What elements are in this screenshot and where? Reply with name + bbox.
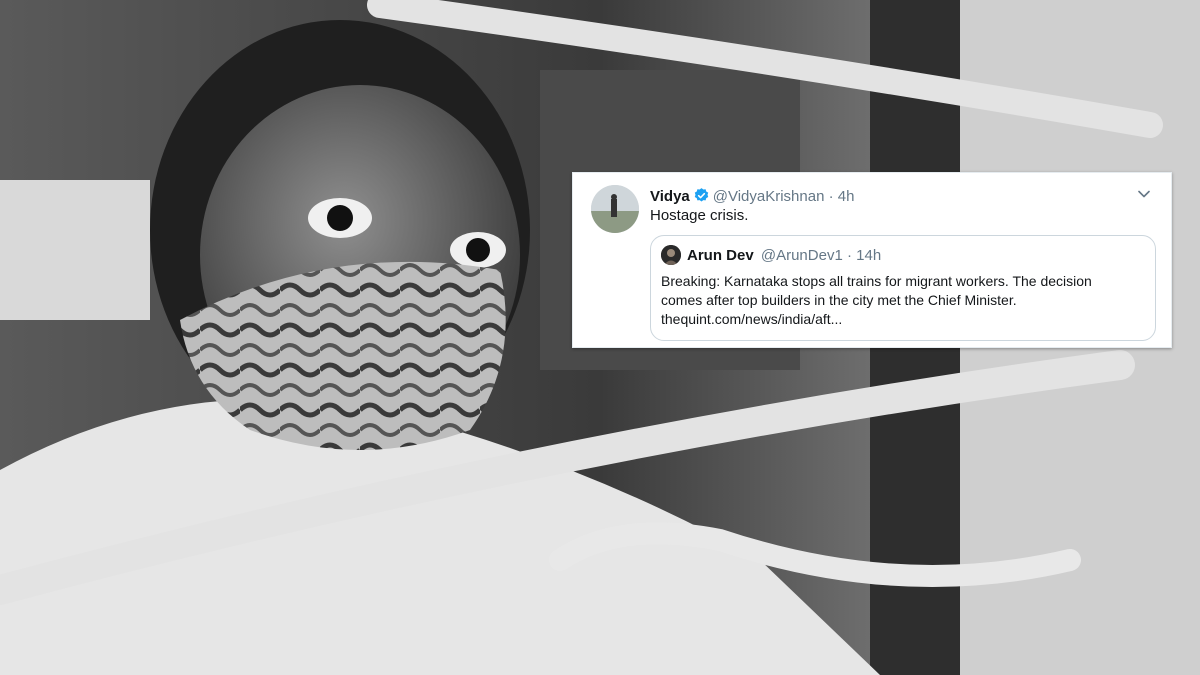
quoted-timestamp[interactable]: 14h xyxy=(856,247,881,264)
quoted-user-avatar[interactable] xyxy=(661,245,681,265)
quoted-link[interactable]: thequint.com/news/india/aft... xyxy=(661,310,1141,329)
verified-badge-icon xyxy=(693,187,710,209)
separator-dot: · xyxy=(846,247,852,264)
quoted-tweet[interactable]: Arun Dev @ArunDev1 · 14h Breaking: Karna… xyxy=(650,235,1156,341)
author-handle[interactable]: @VidyaKrishnan xyxy=(713,188,825,205)
author-name[interactable]: Vidya xyxy=(650,188,690,205)
tweet-timestamp[interactable]: 4h xyxy=(838,188,855,205)
quoted-author-handle[interactable]: @ArunDev1 xyxy=(761,247,843,264)
chevron-down-icon[interactable] xyxy=(1137,187,1151,206)
quoted-text-line: Breaking: Karnataka stops all trains for… xyxy=(661,273,1092,289)
separator-dot: · xyxy=(828,188,834,205)
tweet-header: Vidya @VidyaKrishnan · 4h xyxy=(650,187,854,209)
tweet-text: Hostage crisis. xyxy=(650,207,749,224)
quoted-header: Arun Dev @ArunDev1 · 14h xyxy=(687,247,881,265)
tweet-card[interactable]: Vidya @VidyaKrishnan · 4h Hostage crisis.… xyxy=(572,172,1172,348)
quoted-text-line: comes after top builders in the city met… xyxy=(661,292,1017,308)
quoted-author-name[interactable]: Arun Dev xyxy=(687,247,754,264)
user-avatar[interactable] xyxy=(591,185,639,233)
quoted-text: Breaking: Karnataka stops all trains for… xyxy=(661,272,1141,329)
